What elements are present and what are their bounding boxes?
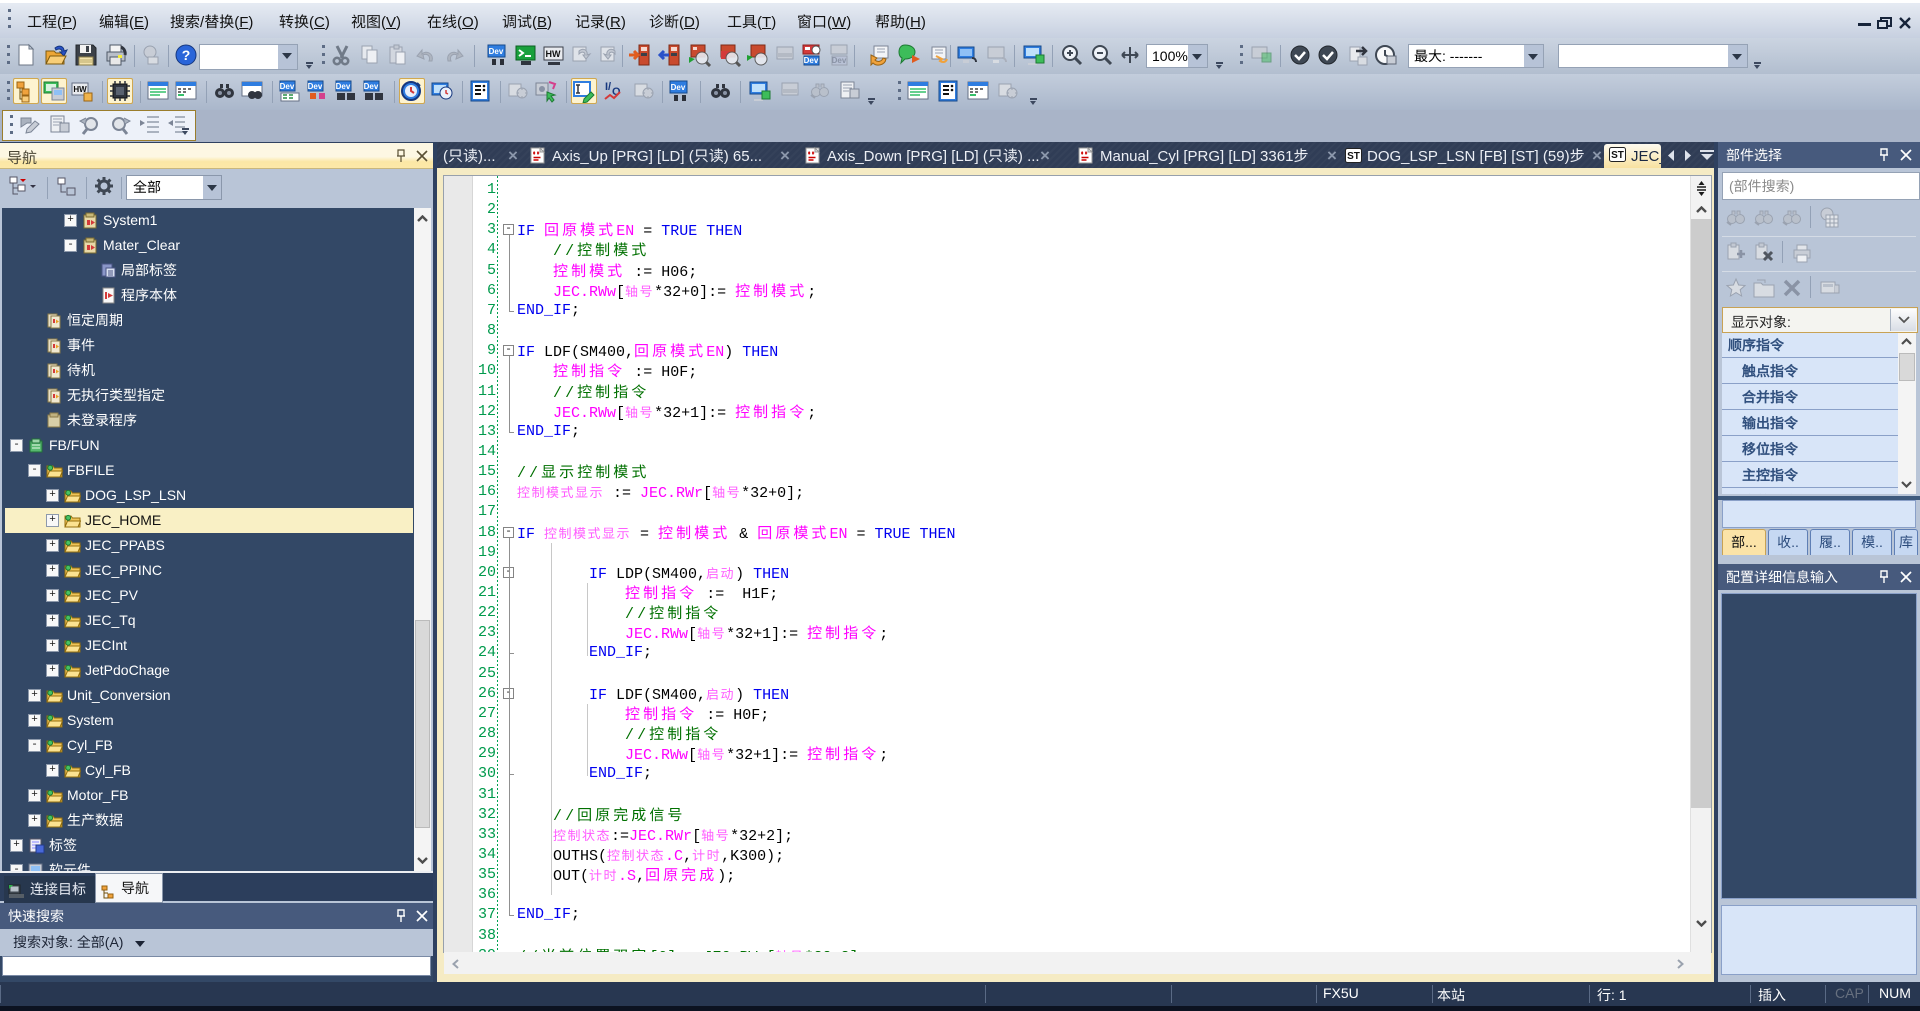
svg-text:Dev: Dev [364,82,379,91]
svg-text:ST: ST [1347,151,1360,162]
svg-text:ST: ST [1611,150,1624,161]
svg-text:Dev: Dev [804,56,819,65]
svg-text:HW: HW [546,49,561,59]
svg-text:I/: I/ [605,81,611,93]
svg-text:Dev: Dev [671,83,686,92]
svg-text:Dev: Dev [308,82,323,91]
svg-text:Dev: Dev [280,82,295,91]
svg-text:Dev: Dev [489,47,504,56]
svg-text:?: ? [182,47,191,63]
svg-text:Dev: Dev [832,56,847,65]
svg-text:Dev: Dev [336,82,351,91]
